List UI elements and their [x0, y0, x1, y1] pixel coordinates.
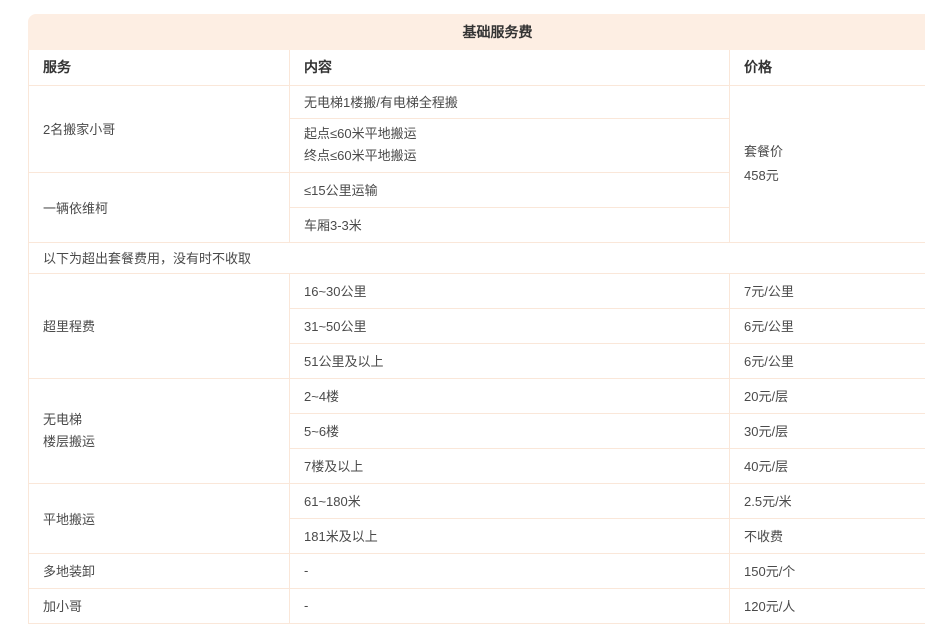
cell-content: 7楼及以上 — [290, 448, 730, 483]
cell-content-transport: ≤15公里运输 — [290, 172, 730, 207]
cell-package-price: 套餐价 458元 — [730, 85, 925, 242]
cell-price: 不收费 — [730, 518, 925, 553]
cell-content: 61~180米 — [290, 483, 730, 518]
table-row: 超里程费 16~30公里 7元/公里 — [29, 273, 925, 308]
cell-service-floors: 无电梯 楼层搬运 — [29, 378, 290, 483]
table-row: 多地装卸 - 150元/个 — [29, 553, 925, 588]
floors-service-line1: 无电梯 — [43, 409, 275, 431]
cell-content: 2~4楼 — [290, 378, 730, 413]
cell-price: 7元/公里 — [730, 273, 925, 308]
pricing-grid: 服务 内容 价格 2名搬家小哥 无电梯1楼搬/有电梯全程搬 套餐价 458元 起… — [28, 50, 925, 624]
cell-content: 51公里及以上 — [290, 343, 730, 378]
cell-service-ground: 平地搬运 — [29, 483, 290, 553]
column-header-row: 服务 内容 价格 — [29, 50, 925, 85]
flat-carry-end: 终点≤60米平地搬运 — [304, 145, 715, 167]
cell-price: 30元/层 — [730, 413, 925, 448]
cell-service-movers: 2名搬家小哥 — [29, 85, 290, 172]
cell-content: 16~30公里 — [290, 273, 730, 308]
package-price-label: 套餐价 — [744, 140, 925, 164]
cell-price: 2.5元/米 — [730, 483, 925, 518]
cell-service-extra-mover: 加小哥 — [29, 588, 290, 623]
cell-service-multi-location: 多地装卸 — [29, 553, 290, 588]
surcharge-note: 以下为超出套餐费用，没有时不收取 — [29, 242, 925, 273]
column-header-service: 服务 — [29, 50, 290, 85]
cell-price: 6元/公里 — [730, 343, 925, 378]
package-price-value: 458元 — [744, 164, 925, 188]
cell-content: 31~50公里 — [290, 308, 730, 343]
cell-service-van: 一辆依维柯 — [29, 172, 290, 242]
surcharge-note-row: 以下为超出套餐费用，没有时不收取 — [29, 242, 925, 273]
cell-content: 181米及以上 — [290, 518, 730, 553]
cell-content-flat-carry: 起点≤60米平地搬运 终点≤60米平地搬运 — [290, 118, 730, 172]
flat-carry-start: 起点≤60米平地搬运 — [304, 123, 715, 145]
cell-service-mileage: 超里程费 — [29, 273, 290, 378]
pricing-table: 基础服务费 服务 内容 价格 2名搬家小哥 无电梯1楼搬/有电梯全程搬 套餐价 … — [28, 14, 925, 624]
table-row: 加小哥 - 120元/人 — [29, 588, 925, 623]
table-title-band: 基础服务费 — [28, 14, 925, 50]
table-row: 2名搬家小哥 无电梯1楼搬/有电梯全程搬 套餐价 458元 — [29, 85, 925, 118]
table-title: 基础服务费 — [463, 22, 533, 42]
cell-price: 150元/个 — [730, 553, 925, 588]
cell-content-elevator: 无电梯1楼搬/有电梯全程搬 — [290, 85, 730, 118]
floors-service-line2: 楼层搬运 — [43, 431, 275, 453]
column-header-price: 价格 — [730, 50, 925, 85]
cell-content: - — [290, 588, 730, 623]
cell-price: 6元/公里 — [730, 308, 925, 343]
cell-content-cargo-box: 车厢3-3米 — [290, 207, 730, 242]
cell-price: 20元/层 — [730, 378, 925, 413]
cell-content: 5~6楼 — [290, 413, 730, 448]
table-row: 平地搬运 61~180米 2.5元/米 — [29, 483, 925, 518]
column-header-content: 内容 — [290, 50, 730, 85]
cell-price: 120元/人 — [730, 588, 925, 623]
table-row: 无电梯 楼层搬运 2~4楼 20元/层 — [29, 378, 925, 413]
cell-price: 40元/层 — [730, 448, 925, 483]
cell-content: - — [290, 553, 730, 588]
